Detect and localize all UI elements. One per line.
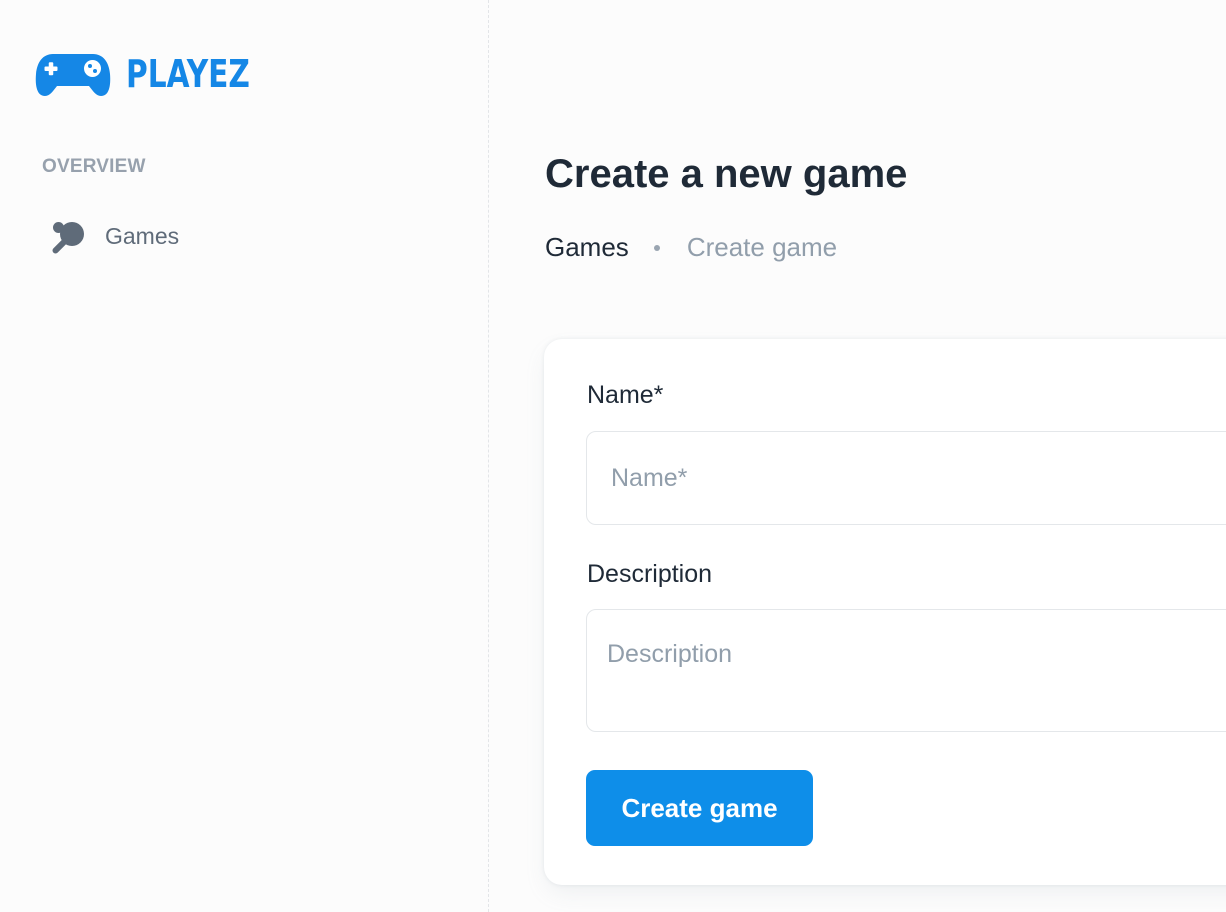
- description-input[interactable]: [586, 609, 1226, 732]
- breadcrumb-current: Create game: [686, 232, 838, 262]
- breadcrumb-link-games[interactable]: Games: [545, 232, 629, 263]
- page-title: Create a new game: [545, 152, 908, 196]
- name-input[interactable]: [586, 431, 1226, 525]
- ping-pong-paddle-icon: [52, 222, 84, 254]
- name-field-label: Name*: [587, 381, 664, 409]
- sidebar: PLAYEZ OVERVIEW Games: [0, 0, 489, 912]
- breadcrumb-separator: [653, 244, 660, 251]
- description-field-label: Description: [587, 560, 713, 588]
- brand-name: PLAYEZ: [126, 52, 250, 96]
- sidebar-item-games[interactable]: Games: [50, 218, 179, 254]
- create-game-button[interactable]: Create game: [586, 770, 813, 846]
- sidebar-item-label: Games: [105, 222, 180, 249]
- breadcrumb: Games Create game: [545, 232, 837, 263]
- create-game-form: Name* Description Create game: [544, 339, 1226, 885]
- brand-logo[interactable]: PLAYEZ: [35, 50, 285, 98]
- gamepad-icon: [35, 54, 111, 96]
- sidebar-section-label: OVERVIEW: [42, 156, 146, 177]
